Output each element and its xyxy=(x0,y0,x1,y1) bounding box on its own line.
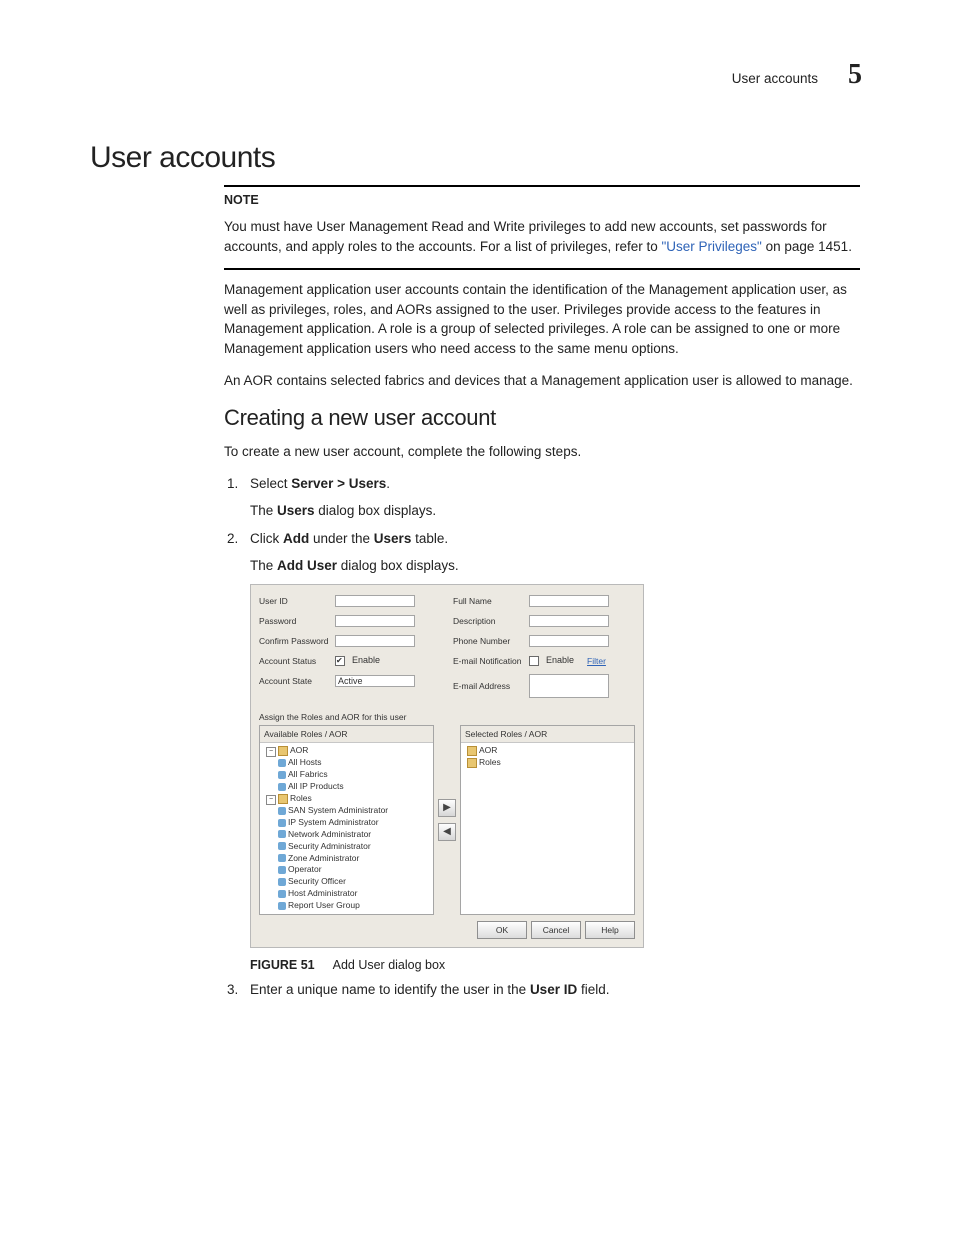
cancel-button[interactable]: Cancel xyxy=(531,921,581,939)
page-title: User accounts xyxy=(90,136,864,180)
tree-item[interactable]: Zone Administrator xyxy=(288,853,359,863)
email-notification-enable-text: Enable xyxy=(546,654,574,667)
step-2: Click Add under the Users table. The Add… xyxy=(242,529,860,975)
confirm-password-field[interactable] xyxy=(335,635,415,647)
tree-item[interactable]: SAN System Administrator xyxy=(288,805,388,815)
available-aor-node[interactable]: AOR xyxy=(290,745,308,755)
tree-item[interactable]: Security Administrator xyxy=(288,841,371,851)
note-text-after: on page 1451. xyxy=(762,239,852,254)
tree-item[interactable]: Network Administrator xyxy=(288,829,371,839)
assign-roles-label: Assign the Roles and AOR for this user xyxy=(259,711,635,723)
running-title: User accounts xyxy=(732,69,818,89)
step-1-sub: The Users dialog box displays. xyxy=(250,501,860,521)
step-1-after: . xyxy=(386,476,390,491)
item-icon xyxy=(278,759,286,767)
tree-item[interactable]: Security Officer xyxy=(288,876,346,886)
note-body: You must have User Management Read and W… xyxy=(224,217,860,256)
step-1: Select Server > Users. The Users dialog … xyxy=(242,474,860,521)
item-icon xyxy=(278,819,286,827)
account-status-checkbox[interactable] xyxy=(335,656,345,666)
step-2-sub: The Add User dialog box displays. xyxy=(250,556,860,576)
item-icon xyxy=(278,890,286,898)
label-account-state: Account State xyxy=(259,675,331,687)
section-title: Creating a new user account xyxy=(224,402,860,434)
section-intro: To create a new user account, complete t… xyxy=(224,442,860,462)
item-icon xyxy=(278,842,286,850)
tree-item[interactable]: All IP Products xyxy=(288,781,344,791)
item-icon xyxy=(278,854,286,862)
tree-item[interactable]: IP System Administrator xyxy=(288,817,379,827)
label-account-status: Account Status xyxy=(259,655,331,667)
add-user-dialog: User ID Password Confirm Password Accoun… xyxy=(250,584,644,948)
move-right-button[interactable]: ▶ xyxy=(438,799,456,817)
email-address-field[interactable] xyxy=(529,674,609,698)
chapter-number: 5 xyxy=(848,55,862,96)
tree-item[interactable]: All Fabrics xyxy=(288,769,328,779)
label-full-name: Full Name xyxy=(453,595,525,607)
body-paragraph-2: An AOR contains selected fabrics and dev… xyxy=(224,371,860,391)
description-field[interactable] xyxy=(529,615,609,627)
tree-item[interactable]: Host Administrator xyxy=(288,888,357,898)
account-status-enable-text: Enable xyxy=(352,654,380,667)
tree-item[interactable]: Report User Group xyxy=(288,900,360,910)
steps-list: Select Server > Users. The Users dialog … xyxy=(224,474,860,1000)
item-icon xyxy=(278,771,286,779)
note-label: NOTE xyxy=(224,191,860,209)
available-roles-node[interactable]: Roles xyxy=(290,793,312,803)
item-icon xyxy=(278,783,286,791)
user-privileges-link[interactable]: "User Privileges" xyxy=(661,239,761,254)
available-roles-header: Available Roles / AOR xyxy=(260,726,433,743)
folder-icon xyxy=(467,746,477,756)
item-icon xyxy=(278,866,286,874)
rule-top xyxy=(224,185,860,187)
step-2-before: Click xyxy=(250,531,283,546)
full-name-field[interactable] xyxy=(529,595,609,607)
ok-button[interactable]: OK xyxy=(477,921,527,939)
label-confirm-password: Confirm Password xyxy=(259,635,331,647)
item-icon xyxy=(278,878,286,886)
selected-roles-header: Selected Roles / AOR xyxy=(461,726,634,743)
label-email-notification: E-mail Notification xyxy=(453,655,525,667)
phone-number-field[interactable] xyxy=(529,635,609,647)
available-roles-listbox[interactable]: Available Roles / AOR − AOR All Hosts All… xyxy=(259,725,434,915)
filter-link[interactable]: Filter xyxy=(587,655,606,667)
tree-item[interactable]: Operator xyxy=(288,864,322,874)
account-state-field[interactable]: Active xyxy=(335,675,415,687)
label-password: Password xyxy=(259,615,331,627)
selected-roles-node[interactable]: Roles xyxy=(479,757,501,767)
email-notification-checkbox[interactable] xyxy=(529,656,539,666)
label-user-id: User ID xyxy=(259,595,331,607)
selected-roles-tree: AOR Roles xyxy=(461,743,634,771)
item-icon xyxy=(278,830,286,838)
tree-item[interactable]: All Hosts xyxy=(288,757,322,767)
help-button[interactable]: Help xyxy=(585,921,635,939)
step-3: Enter a unique name to identify the user… xyxy=(242,980,860,1000)
figure-title: Add User dialog box xyxy=(333,958,446,972)
figure-caption: FIGURE 51 Add User dialog box xyxy=(250,956,860,974)
selected-aor-node[interactable]: AOR xyxy=(479,745,497,755)
item-icon xyxy=(278,807,286,815)
tree-collapse-icon[interactable]: − xyxy=(266,747,276,757)
figure-number: FIGURE 51 xyxy=(250,958,315,972)
label-email-address: E-mail Address xyxy=(453,680,525,692)
item-icon xyxy=(278,902,286,910)
step-1-before: Select xyxy=(250,476,291,491)
folder-icon xyxy=(278,746,288,756)
available-roles-tree: − AOR All Hosts All Fabrics All IP Produc… xyxy=(260,743,433,913)
label-phone-number: Phone Number xyxy=(453,635,525,647)
password-field[interactable] xyxy=(335,615,415,627)
user-id-field[interactable] xyxy=(335,595,415,607)
tree-collapse-icon[interactable]: − xyxy=(266,795,276,805)
label-description: Description xyxy=(453,615,525,627)
rule-bottom xyxy=(224,268,860,270)
step-1-bold: Server > Users xyxy=(291,476,386,491)
folder-icon xyxy=(467,758,477,768)
body-paragraph-1: Management application user accounts con… xyxy=(224,280,860,358)
selected-roles-listbox[interactable]: Selected Roles / AOR AOR Roles xyxy=(460,725,635,915)
move-left-button[interactable]: ◀ xyxy=(438,823,456,841)
folder-icon xyxy=(278,794,288,804)
